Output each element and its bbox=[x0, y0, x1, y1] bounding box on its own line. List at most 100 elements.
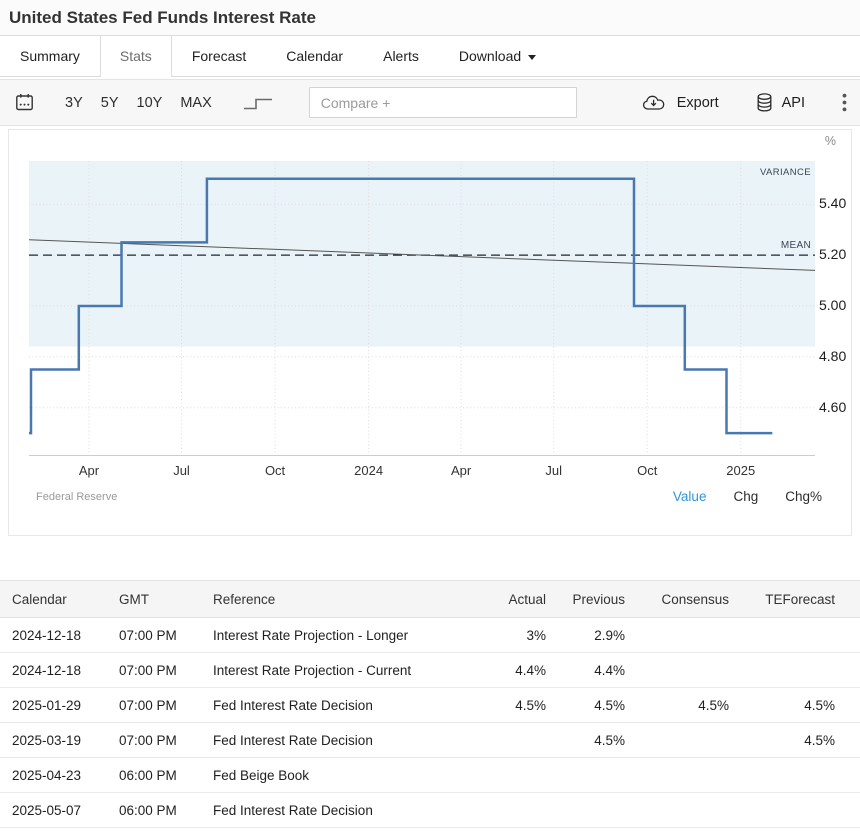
reference-cell: Fed Beige Book bbox=[201, 758, 470, 793]
fed-funds-rate-chart[interactable]: VARIANCE MEAN bbox=[29, 161, 815, 456]
time-cell: 06:00 PM bbox=[107, 758, 201, 793]
tab-summary[interactable]: Summary bbox=[0, 36, 100, 76]
reference-cell: Interest Rate Projection - Longer bbox=[201, 618, 470, 653]
teforecast-cell bbox=[729, 653, 860, 688]
svg-text:MEAN: MEAN bbox=[781, 240, 811, 251]
column-header-consensus: Consensus bbox=[625, 581, 729, 618]
y-axis-unit-label: % bbox=[825, 134, 836, 148]
chart-type-button[interactable] bbox=[240, 93, 276, 113]
teforecast-cell: 4.5% bbox=[729, 688, 860, 723]
economic-calendar-table: CalendarGMTReferenceActualPreviousConsen… bbox=[0, 580, 860, 828]
column-header-actual: Actual bbox=[470, 581, 546, 618]
range-max-button[interactable]: MAX bbox=[180, 95, 211, 111]
step-line-icon bbox=[240, 93, 276, 113]
compare-input[interactable] bbox=[309, 87, 577, 118]
y-tick-label: 5.00 bbox=[819, 297, 860, 313]
column-header-teforecast: TEForecast bbox=[729, 581, 860, 618]
x-tick-label: Oct bbox=[612, 463, 682, 478]
column-header-calendar: Calendar bbox=[0, 581, 107, 618]
tab-label: Summary bbox=[20, 48, 80, 64]
x-tick-label: Oct bbox=[240, 463, 310, 478]
reference-cell: Fed Interest Rate Decision bbox=[201, 793, 470, 828]
x-tick-label: Jul bbox=[519, 463, 589, 478]
y-tick-label: 4.60 bbox=[819, 399, 860, 415]
actual-cell: 3% bbox=[470, 618, 546, 653]
api-button[interactable]: API bbox=[756, 92, 805, 113]
kebab-menu-icon bbox=[842, 93, 847, 112]
time-cell: 07:00 PM bbox=[107, 723, 201, 758]
tab-alerts[interactable]: Alerts bbox=[363, 36, 439, 76]
time-cell: 07:00 PM bbox=[107, 618, 201, 653]
teforecast-cell bbox=[729, 758, 860, 793]
y-tick-label: 5.40 bbox=[819, 195, 860, 211]
column-header-reference: Reference bbox=[201, 581, 470, 618]
tab-label: Download bbox=[459, 48, 521, 64]
more-options-button[interactable] bbox=[842, 93, 847, 112]
tab-download[interactable]: Download bbox=[439, 36, 556, 76]
date-cell: 2025-03-19 bbox=[0, 723, 107, 758]
tab-label: Calendar bbox=[286, 48, 343, 64]
consensus-cell bbox=[625, 618, 729, 653]
consensus-cell bbox=[625, 653, 729, 688]
x-tick-label: Jul bbox=[147, 463, 217, 478]
series-mode-chg[interactable]: Chg% bbox=[785, 489, 822, 504]
tab-stats[interactable]: Stats bbox=[100, 36, 172, 76]
table-row[interactable]: 2025-05-0706:00 PMFed Interest Rate Deci… bbox=[0, 793, 860, 828]
range-5y-button[interactable]: 5Y bbox=[101, 95, 119, 111]
tab-bar: Summary Stats Forecast Calendar Alerts Downlo… bbox=[0, 36, 860, 77]
x-tick-label: Apr bbox=[54, 463, 124, 478]
y-tick-label: 4.80 bbox=[819, 348, 860, 364]
previous-cell: 2.9% bbox=[546, 618, 625, 653]
time-cell: 06:00 PM bbox=[107, 793, 201, 828]
date-cell: 2024-12-18 bbox=[0, 618, 107, 653]
actual-cell: 4.4% bbox=[470, 653, 546, 688]
tab-label: Stats bbox=[120, 48, 152, 64]
time-cell: 07:00 PM bbox=[107, 688, 201, 723]
actual-cell bbox=[470, 723, 546, 758]
consensus-cell bbox=[625, 758, 729, 793]
database-icon bbox=[756, 92, 773, 113]
export-label: Export bbox=[677, 95, 719, 111]
tab-forecast[interactable]: Forecast bbox=[172, 36, 266, 76]
previous-cell bbox=[546, 758, 625, 793]
actual-cell bbox=[470, 758, 546, 793]
table-row[interactable]: 2025-03-1907:00 PMFed Interest Rate Deci… bbox=[0, 723, 860, 758]
y-tick-label: 5.20 bbox=[819, 246, 860, 262]
svg-text:VARIANCE: VARIANCE bbox=[760, 167, 811, 178]
reference-cell: Interest Rate Projection - Current bbox=[201, 653, 470, 688]
table-row[interactable]: 2025-01-2907:00 PMFed Interest Rate Deci… bbox=[0, 688, 860, 723]
previous-cell: 4.4% bbox=[546, 653, 625, 688]
reference-cell: Fed Interest Rate Decision bbox=[201, 688, 470, 723]
teforecast-cell bbox=[729, 793, 860, 828]
table-row[interactable]: 2024-12-1807:00 PMInterest Rate Projecti… bbox=[0, 653, 860, 688]
column-header-gmt: GMT bbox=[107, 581, 201, 618]
date-cell: 2025-05-07 bbox=[0, 793, 107, 828]
date-cell: 2025-01-29 bbox=[0, 688, 107, 723]
chart-toolbar: 3Y 5Y 10Y MAX Export API bbox=[0, 79, 860, 126]
actual-cell bbox=[470, 793, 546, 828]
teforecast-cell bbox=[729, 618, 860, 653]
consensus-cell: 4.5% bbox=[625, 688, 729, 723]
page-title: United States Fed Funds Interest Rate bbox=[9, 8, 316, 28]
table-row[interactable]: 2024-12-1807:00 PMInterest Rate Projecti… bbox=[0, 618, 860, 653]
x-tick-label: 2024 bbox=[334, 463, 404, 478]
time-cell: 07:00 PM bbox=[107, 653, 201, 688]
export-button[interactable]: Export bbox=[642, 94, 719, 112]
previous-cell: 4.5% bbox=[546, 723, 625, 758]
tab-label: Forecast bbox=[192, 48, 246, 64]
calendar-icon bbox=[14, 92, 35, 113]
range-10y-button[interactable]: 10Y bbox=[137, 95, 163, 111]
tab-calendar[interactable]: Calendar bbox=[266, 36, 363, 76]
calendar-range-button[interactable] bbox=[14, 92, 35, 113]
series-mode-chg[interactable]: Chg bbox=[733, 489, 758, 504]
previous-cell bbox=[546, 793, 625, 828]
x-tick-label: Apr bbox=[426, 463, 496, 478]
table-row[interactable]: 2025-04-2306:00 PMFed Beige Book bbox=[0, 758, 860, 793]
table-header-row: CalendarGMTReferenceActualPreviousConsen… bbox=[0, 581, 860, 618]
series-mode-value[interactable]: Value bbox=[673, 489, 707, 504]
x-tick-label: 2025 bbox=[706, 463, 776, 478]
previous-cell: 4.5% bbox=[546, 688, 625, 723]
series-mode-links: Value Chg Chg% bbox=[673, 489, 822, 504]
date-cell: 2025-04-23 bbox=[0, 758, 107, 793]
range-3y-button[interactable]: 3Y bbox=[65, 95, 83, 111]
